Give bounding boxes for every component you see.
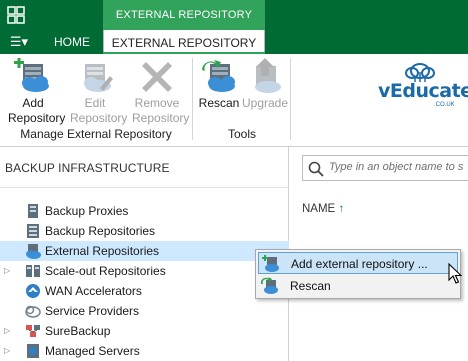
- managed-servers-icon: [27, 344, 39, 358]
- ribbon-tab-row: ☰▾ HOME EXTERNAL REPOSITORY: [0, 30, 468, 54]
- sort-ascending-icon: ↑: [338, 203, 345, 215]
- rescan-icon: [202, 60, 235, 92]
- tree-item-scale-out-repositories[interactable]: ▷ Scale-out Repositories: [0, 261, 289, 281]
- context-menu: Add external repository ... Rescan: [255, 249, 461, 299]
- add-repository-label-1: Add: [22, 96, 44, 110]
- mouse-cursor-icon: [448, 263, 462, 284]
- edit-repository-label-1: Edit: [84, 96, 106, 110]
- context-tools-label: EXTERNAL REPOSITORY TOOLS: [103, 0, 265, 51]
- ribbon-group-separator-2: [290, 58, 291, 140]
- tree-label: External Repositories: [45, 244, 160, 258]
- remove-repository-button[interactable]: Remove Repository: [132, 58, 189, 128]
- search-placeholder: Type in an object name to s: [329, 161, 464, 173]
- tree-item-managed-servers[interactable]: ▷ Managed Servers: [0, 341, 289, 361]
- app-icon[interactable]: [6, 5, 26, 25]
- add-repository-button[interactable]: Add Repository: [8, 58, 65, 128]
- rescan-icon: [261, 277, 278, 294]
- add-repository-icon: [14, 58, 49, 92]
- add-repository-label-2: Repository: [8, 111, 66, 125]
- remove-repository-label-1: Remove: [134, 96, 180, 110]
- cloud-network-icon: [405, 63, 435, 82]
- surebackup-icon: [26, 325, 40, 337]
- logo-subtext: .CO.UK: [434, 102, 455, 108]
- menu-item-add-external-repository[interactable]: Add external repository ...: [258, 252, 458, 274]
- edit-repository-icon: [84, 64, 113, 92]
- backup-proxies-icon: [28, 204, 38, 218]
- upgrade-icon: [255, 58, 281, 93]
- tree-item-wan-accelerators[interactable]: WAN Accelerators: [0, 281, 289, 301]
- expand-arrow-icon[interactable]: ▷: [4, 261, 10, 281]
- tree-label: Backup Repositories: [45, 224, 156, 238]
- upgrade-button[interactable]: Upgrade: [240, 58, 290, 128]
- rescan-label: Rescan: [198, 96, 240, 110]
- remove-repository-icon: [142, 62, 172, 92]
- tree-label: Backup Proxies: [45, 204, 129, 218]
- ribbon: Add Repository Edit Repository Remove Re…: [0, 54, 468, 147]
- group-label-manage: Manage External Repository: [20, 127, 172, 141]
- ribbon-group-separator: [192, 58, 193, 140]
- tree-label: SureBackup: [45, 324, 111, 338]
- remove-repository-label-2: Repository: [132, 111, 190, 125]
- expand-arrow-icon[interactable]: ▷: [4, 341, 10, 361]
- menu-item-label: Rescan: [290, 279, 331, 293]
- edit-repository-label-2: Repository: [70, 111, 128, 125]
- main-menu-button[interactable]: ☰▾: [4, 30, 34, 54]
- tree-label: Scale-out Repositories: [45, 264, 166, 278]
- logo-text: vEducate: [378, 80, 468, 102]
- upgrade-label: Upgrade: [241, 96, 289, 110]
- nav-divider: [0, 187, 289, 188]
- menu-item-rescan[interactable]: Rescan: [258, 275, 458, 297]
- tree-item-backup-repositories[interactable]: Backup Repositories: [0, 221, 289, 241]
- search-icon: [308, 161, 324, 177]
- backup-repositories-icon: [27, 224, 39, 238]
- add-external-repository-icon: [262, 255, 279, 272]
- external-repositories-icon: [26, 244, 41, 259]
- nav-header: BACKUP INFRASTRUCTURE: [5, 161, 170, 175]
- edit-repository-button[interactable]: Edit Repository: [70, 58, 127, 128]
- tree-label: Service Providers: [45, 304, 140, 318]
- veeam-console: EXTERNAL REPOSITORY TOOLS ☰▾ HOME EXTERN…: [0, 0, 468, 361]
- wan-accelerators-icon: [26, 284, 40, 298]
- tree-item-service-providers[interactable]: Service Providers: [0, 301, 289, 321]
- tab-external-repository[interactable]: EXTERNAL REPOSITORY: [103, 30, 265, 54]
- tree-item-backup-proxies[interactable]: Backup Proxies: [0, 201, 289, 221]
- scale-out-repositories-icon: [26, 265, 40, 277]
- tree-item-external-repositories[interactable]: External Repositories: [0, 241, 289, 261]
- column-header-name[interactable]: NAME ↑: [302, 203, 344, 215]
- veducate-logo: vEducate .CO.UK: [378, 62, 468, 114]
- title-bar: EXTERNAL REPOSITORY TOOLS: [0, 0, 468, 51]
- expand-arrow-icon[interactable]: ▷: [4, 321, 10, 341]
- column-header-label: NAME: [302, 203, 336, 215]
- tab-home[interactable]: HOME: [40, 30, 104, 54]
- rescan-button[interactable]: Rescan: [194, 58, 244, 128]
- tree-label: WAN Accelerators: [45, 284, 142, 298]
- menu-item-label: Add external repository ...: [291, 257, 428, 271]
- group-label-tools: Tools: [227, 127, 256, 141]
- tree-label: Managed Servers: [45, 344, 140, 358]
- service-providers-icon: [25, 305, 41, 318]
- search-input[interactable]: Type in an object name to s: [302, 155, 468, 181]
- navigation-pane: BACKUP INFRASTRUCTURE Backup Proxies Bac…: [0, 147, 289, 361]
- tree-item-surebackup[interactable]: ▷ SureBackup: [0, 321, 289, 341]
